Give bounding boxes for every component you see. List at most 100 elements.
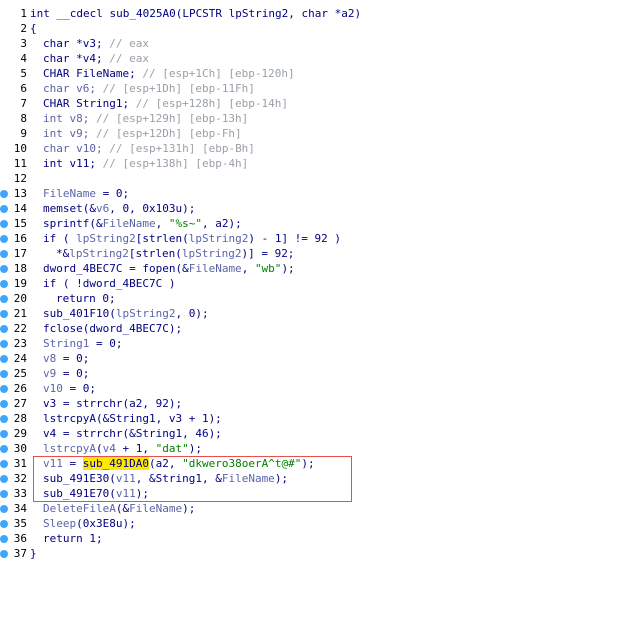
code-line[interactable]: 4 char *v4; // eax [0, 51, 621, 66]
code-line[interactable]: 19 if ( !dword_4BEC7C ) [0, 276, 621, 291]
code-line[interactable]: 29 v4 = strrchr(&String1, 46); [0, 426, 621, 441]
code-token: DeleteFileA [43, 502, 116, 515]
code-line[interactable]: 34 DeleteFileA(&FileName); [0, 501, 621, 516]
code-line[interactable]: 6 char v6; // [esp+1Dh] [ebp-11Fh] [0, 81, 621, 96]
code-line[interactable]: 37} [0, 546, 621, 561]
code-line[interactable]: 15 sprintf(&FileName, "%s~", a2); [0, 216, 621, 231]
highlighted-identifier[interactable]: sub_491DA0 [82, 457, 149, 470]
breakpoint-dot-icon[interactable] [0, 190, 8, 198]
breakpoint-dot-icon[interactable] [0, 385, 8, 393]
line-number: 33 [13, 487, 27, 500]
breakpoint-dot-icon[interactable] [0, 295, 8, 303]
breakpoint-dot-icon[interactable] [0, 340, 8, 348]
code-line[interactable]: 14 memset(&v6, 0, 0x103u); [0, 201, 621, 216]
line-number: 30 [13, 442, 27, 455]
code-token: "%s~" [168, 217, 202, 230]
line-number: 18 [13, 262, 27, 275]
code-line[interactable]: 5 CHAR FileName; // [esp+1Ch] [ebp-120h] [0, 66, 621, 81]
code-line[interactable]: 31 v11 = sub_491DA0(a2, "dkwero38oerA^t@#… [0, 456, 621, 471]
code-text: v4 = strrchr(&String1, 46); [30, 426, 222, 441]
code-text: if ( !dword_4BEC7C ) [30, 276, 175, 291]
code-text: int v8; // [esp+129h] [ebp-13h] [30, 111, 248, 126]
code-line[interactable]: 11 int v11; // [esp+138h] [ebp-4h] [0, 156, 621, 171]
code-text: int v11; // [esp+138h] [ebp-4h] [30, 156, 248, 171]
line-number: 14 [13, 202, 27, 215]
breakpoint-dot-icon[interactable] [0, 460, 8, 468]
breakpoint-dot-icon[interactable] [0, 325, 8, 333]
breakpoint-dot-icon[interactable] [0, 490, 8, 498]
breakpoint-dot-icon[interactable] [0, 520, 8, 528]
code-line[interactable]: 35 Sleep(0x3E8u); [0, 516, 621, 531]
code-line[interactable]: 21 sub_401F10(lpString2, 0); [0, 306, 621, 321]
breakpoint-dot-icon[interactable] [0, 415, 8, 423]
code-line[interactable]: 10 char v10; // [esp+131h] [ebp-Bh] [0, 141, 621, 156]
code-token: char v6; [43, 82, 103, 95]
code-token: (0x3E8u); [76, 517, 136, 530]
code-line[interactable]: 9 int v9; // [esp+12Dh] [ebp-Fh] [0, 126, 621, 141]
code-token: lpString2 [188, 232, 249, 245]
code-line[interactable]: 26 v10 = 0; [0, 381, 621, 396]
breakpoint-dot-icon[interactable] [0, 220, 8, 228]
code-line[interactable]: 12 [0, 171, 621, 186]
breakpoint-dot-icon[interactable] [0, 535, 8, 543]
code-line[interactable]: 2{ [0, 21, 621, 36]
code-line[interactable]: 25 v9 = 0; [0, 366, 621, 381]
breakpoint-dot-icon[interactable] [0, 265, 8, 273]
code-text: Sleep(0x3E8u); [30, 516, 136, 531]
code-line[interactable]: 24 v8 = 0; [0, 351, 621, 366]
code-text: sub_401F10(lpString2, 0); [30, 306, 209, 321]
code-token: // eax [109, 52, 149, 65]
code-token: sub_401F10( [43, 307, 116, 320]
code-line[interactable]: 23 String1 = 0; [0, 336, 621, 351]
code-token: // [esp+129h] [ebp-13h] [95, 112, 249, 125]
code-token: int v8; [43, 112, 96, 125]
code-text: fclose(dword_4BEC7C); [30, 321, 182, 336]
breakpoint-dot-icon[interactable] [0, 205, 8, 213]
code-line[interactable]: 36 return 1; [0, 531, 621, 546]
breakpoint-dot-icon[interactable] [0, 550, 8, 558]
code-token: ); [182, 502, 196, 515]
code-line[interactable]: 28 lstrcpyA(&String1, v3 + 1); [0, 411, 621, 426]
code-text: *&lpString2[strlen(lpString2)] = 92; [30, 246, 294, 261]
code-token: v11 [115, 487, 136, 500]
code-line[interactable]: 7 CHAR String1; // [esp+128h] [ebp-14h] [0, 96, 621, 111]
breakpoint-dot-icon[interactable] [0, 280, 8, 288]
breakpoint-dot-icon[interactable] [0, 370, 8, 378]
breakpoint-dot-icon[interactable] [0, 235, 8, 243]
line-number: 31 [13, 457, 27, 470]
code-token: + 1, [115, 442, 156, 455]
code-line[interactable]: 3 char *v3; // eax [0, 36, 621, 51]
code-line[interactable]: 20 return 0; [0, 291, 621, 306]
code-line[interactable]: 1 int __cdecl sub_4025A0(LPCSTR lpString2… [0, 6, 621, 21]
code-line[interactable]: 33 sub_491E70(v11); [0, 486, 621, 501]
code-token: = 0; [62, 382, 96, 395]
code-line[interactable]: 13 FileName = 0; [0, 186, 621, 201]
line-number: 13 [13, 187, 27, 200]
code-line[interactable]: 32 sub_491E30(v11, &String1, &FileName); [0, 471, 621, 486]
code-token: lstrcpyA(&String1, v3 + 1); [43, 412, 222, 425]
breakpoint-dot-icon[interactable] [0, 355, 8, 363]
code-line[interactable]: 30 lstrcpyA(v4 + 1, "dat"); [0, 441, 621, 456]
breakpoint-dot-icon[interactable] [0, 475, 8, 483]
code-token: if ( !dword_4BEC7C ) [43, 277, 176, 290]
code-line[interactable]: 27 v3 = strrchr(a2, 92); [0, 396, 621, 411]
code-text: v3 = strrchr(a2, 92); [30, 396, 182, 411]
code-line[interactable]: 17 *&lpString2[strlen(lpString2)] = 92; [0, 246, 621, 261]
code-text: sub_491E70(v11); [30, 486, 149, 501]
code-line[interactable]: 18 dword_4BEC7C = fopen(&FileName, "wb"); [0, 261, 621, 276]
breakpoint-dot-icon[interactable] [0, 430, 8, 438]
breakpoint-dot-icon[interactable] [0, 445, 8, 453]
breakpoint-dot-icon[interactable] [0, 505, 8, 513]
breakpoint-dot-icon[interactable] [0, 400, 8, 408]
code-text: v10 = 0; [30, 381, 96, 396]
code-token: = [62, 457, 83, 470]
code-token: // [esp+1Dh] [ebp-11Fh] [102, 82, 255, 95]
code-line[interactable]: 16 if ( lpString2[strlen(lpString2) - 1] … [0, 231, 621, 246]
code-line[interactable]: 22 fclose(dword_4BEC7C); [0, 321, 621, 336]
code-token: = 0; [56, 367, 90, 380]
code-token: Sleep [43, 517, 77, 530]
code-line[interactable]: 8 int v8; // [esp+129h] [ebp-13h] [0, 111, 621, 126]
breakpoint-dot-icon[interactable] [0, 310, 8, 318]
pseudocode-view[interactable]: 1 int __cdecl sub_4025A0(LPCSTR lpString2… [0, 0, 621, 622]
breakpoint-dot-icon[interactable] [0, 250, 8, 258]
